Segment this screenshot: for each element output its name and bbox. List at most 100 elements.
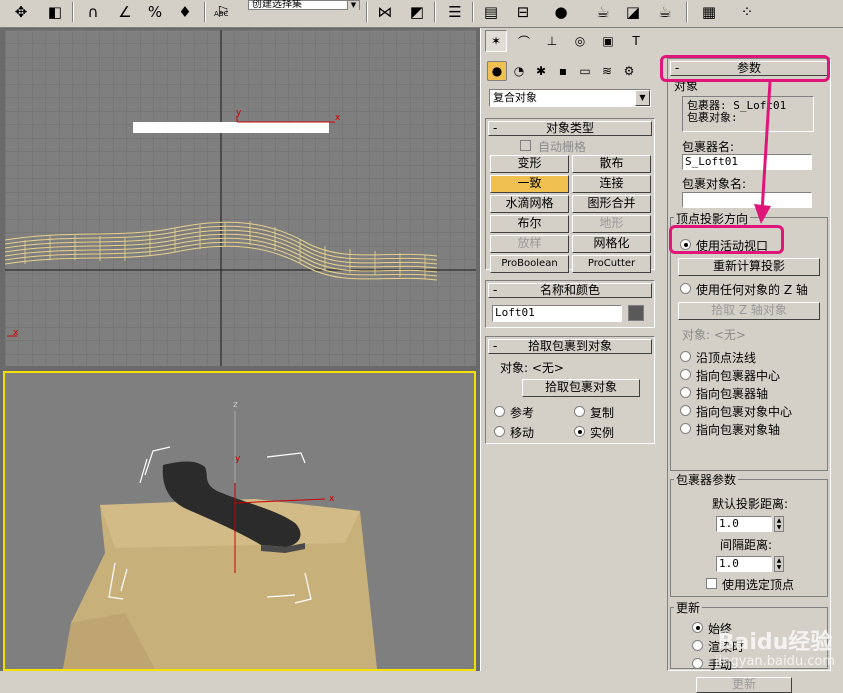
- quick-render-icon[interactable]: ☕: [652, 0, 678, 24]
- object-type-button[interactable]: 连接: [572, 175, 651, 193]
- auto-grid-checkbox[interactable]: [520, 140, 531, 151]
- toward-wrapper-center-radio[interactable]: [680, 369, 691, 380]
- toward-wrapper-center-label: 指向包裹器中心: [696, 369, 781, 383]
- reference-radio[interactable]: [494, 406, 505, 417]
- object-type-button[interactable]: 放样: [490, 235, 569, 253]
- name-color-rollout-header[interactable]: - 名称和颜色: [488, 283, 652, 298]
- geometry-category-dropdown[interactable]: 复合对象 ▼: [489, 89, 651, 107]
- layer-manager-icon[interactable]: ☰: [442, 0, 468, 24]
- particle-icon[interactable]: ⁘: [734, 0, 760, 24]
- object-type-button[interactable]: 变形: [490, 155, 569, 173]
- recalculate-projection-button[interactable]: 重新计算投影: [678, 258, 820, 276]
- wrap-object-name-label: 包裹对象名:: [682, 177, 747, 191]
- angle-snap-icon[interactable]: ∠: [112, 0, 138, 24]
- object-type-rollout-header[interactable]: - 对象类型: [488, 121, 652, 136]
- copy-radio[interactable]: [574, 406, 585, 417]
- update-always-radio[interactable]: [692, 622, 703, 633]
- named-selection-set-dropdown[interactable]: 创建选择集 ▼: [248, 0, 360, 10]
- curve-editor-icon[interactable]: ▤: [478, 0, 504, 24]
- use-any-object-z-label: 使用任何对象的 Z 轴: [696, 283, 808, 297]
- instance-radio[interactable]: [574, 426, 585, 437]
- along-vertex-normals-radio[interactable]: [680, 351, 691, 362]
- systems-icon[interactable]: ⚙: [619, 61, 639, 81]
- use-any-object-z-radio[interactable]: [680, 283, 691, 294]
- rollout-title: 对象类型: [545, 121, 594, 135]
- update-when-rendering-radio[interactable]: [692, 640, 703, 651]
- gizmo-y-label: y: [236, 108, 242, 118]
- top-viewport-canvas: x y x: [5, 30, 476, 366]
- object-type-button[interactable]: 地形: [572, 215, 651, 233]
- standoff-distance-label: 间隔距离:: [720, 538, 773, 552]
- box-icon[interactable]: ◧: [42, 0, 68, 24]
- lights-icon[interactable]: ✱: [531, 61, 551, 81]
- wrapper-params-title: 包裹器参数: [674, 471, 739, 488]
- create-subcategory-tabs: ● ◔ ✱ ▪ ▭ ≋ ⚙: [487, 61, 657, 81]
- z-object-label: 对象: <无>: [682, 328, 746, 342]
- rollout-title: 名称和颜色: [539, 283, 600, 297]
- object-type-rollout: - 对象类型 自动栅格 变形 散布 一致 连接 水滴网格 图形合并 布尔 地形 放样 网格化 ProB…: [485, 118, 655, 273]
- render-setup-icon[interactable]: ☕: [590, 0, 616, 24]
- top-viewport[interactable]: x y x: [5, 30, 476, 366]
- spinner-snap-icon[interactable]: ♦: [172, 0, 198, 24]
- render-frame-icon[interactable]: ◪: [620, 0, 646, 24]
- object-type-button[interactable]: 布尔: [490, 215, 569, 233]
- object-type-button[interactable]: 散布: [572, 155, 651, 173]
- standoff-distance-spinner[interactable]: ▲ ▼: [774, 556, 784, 572]
- display-tab-icon[interactable]: ▣: [597, 30, 619, 52]
- object-type-button[interactable]: 水滴网格: [490, 195, 569, 213]
- standoff-distance-input[interactable]: 1.0: [716, 556, 772, 572]
- pick-wrap-rollout-header[interactable]: - 拾取包裹到对象: [488, 339, 652, 354]
- baidu-watermark: Baidu经验 jingyan.baidu.com: [715, 631, 835, 669]
- shapes-icon[interactable]: ◔: [509, 61, 529, 81]
- move-tool-icon[interactable]: ✥: [8, 0, 34, 24]
- magnet-snap-icon[interactable]: ∩: [80, 0, 106, 24]
- move-radio[interactable]: [494, 426, 505, 437]
- create-tab-icon[interactable]: ✶: [485, 30, 507, 52]
- cameras-icon[interactable]: ▪: [553, 61, 573, 81]
- toward-wrapper-pivot-label: 指向包裹器轴: [696, 387, 769, 401]
- object-type-button[interactable]: 图形合并: [572, 195, 651, 213]
- geometry-icon[interactable]: ●: [487, 61, 507, 81]
- gizmo-z-label: z: [233, 400, 238, 410]
- percent-snap-icon[interactable]: %: [142, 0, 168, 24]
- brick-icon[interactable]: ▦: [696, 0, 722, 24]
- default-projection-distance-spinner[interactable]: ▲ ▼: [774, 516, 784, 532]
- toward-wrap-object-pivot-radio[interactable]: [680, 423, 691, 434]
- along-vertex-normals-label: 沿顶点法线: [696, 351, 757, 365]
- highlight-parameters-header: [660, 55, 830, 82]
- schematic-view-icon[interactable]: ⊟: [510, 0, 536, 24]
- pick-z-axis-object-button[interactable]: 拾取 Z 轴对象: [678, 302, 820, 320]
- helpers-icon[interactable]: ▭: [575, 61, 595, 81]
- align-icon[interactable]: ◩: [404, 0, 430, 24]
- use-selected-vertices-checkbox[interactable]: [706, 578, 717, 589]
- spline-path-object: [133, 122, 329, 133]
- category-value: 复合对象: [493, 91, 537, 104]
- modify-tab-icon[interactable]: ⌒: [513, 30, 535, 52]
- move-label: 移动: [510, 426, 535, 440]
- auto-grid-label: 自动栅格: [538, 140, 587, 154]
- utilities-tab-icon[interactable]: T: [625, 30, 647, 52]
- space-warps-icon[interactable]: ≋: [597, 61, 617, 81]
- object-type-button[interactable]: 网格化: [572, 235, 651, 253]
- object-color-swatch[interactable]: [628, 305, 644, 321]
- perspective-viewport[interactable]: z y x: [3, 371, 476, 671]
- mirror-icon[interactable]: ⋈: [372, 0, 398, 24]
- update-button[interactable]: 更新: [696, 677, 792, 693]
- main-toolbar: ✥ ◧ ∩ ∠ % ♦ ⚐ ABC 创建选择集 ▼ ⋈ ◩ ☰ ▤ ⊟ ● ☕ …: [0, 0, 843, 28]
- object-name-input[interactable]: Loft01: [492, 305, 622, 322]
- hierarchy-tab-icon[interactable]: ⊥: [541, 30, 563, 52]
- toward-wrapper-pivot-radio[interactable]: [680, 387, 691, 398]
- default-projection-distance-label: 默认投影距离:: [712, 497, 789, 511]
- update-manually-radio[interactable]: [692, 658, 703, 669]
- motion-tab-icon[interactable]: ◎: [569, 30, 591, 52]
- wrapper-name-label: 包裹器名:: [682, 140, 735, 154]
- material-editor-icon[interactable]: ●: [548, 0, 574, 24]
- pick-wrap-object-button[interactable]: 拾取包裹对象: [522, 379, 640, 397]
- object-type-button[interactable]: ProBoolean: [490, 255, 569, 273]
- chevron-down-icon: ▼: [635, 90, 650, 106]
- default-projection-distance-input[interactable]: 1.0: [716, 516, 772, 532]
- object-type-button[interactable]: 一致: [490, 175, 569, 193]
- toward-wrap-object-center-radio[interactable]: [680, 405, 691, 416]
- gizmo-x-label: x: [329, 494, 335, 504]
- object-type-button[interactable]: ProCutter: [572, 255, 651, 273]
